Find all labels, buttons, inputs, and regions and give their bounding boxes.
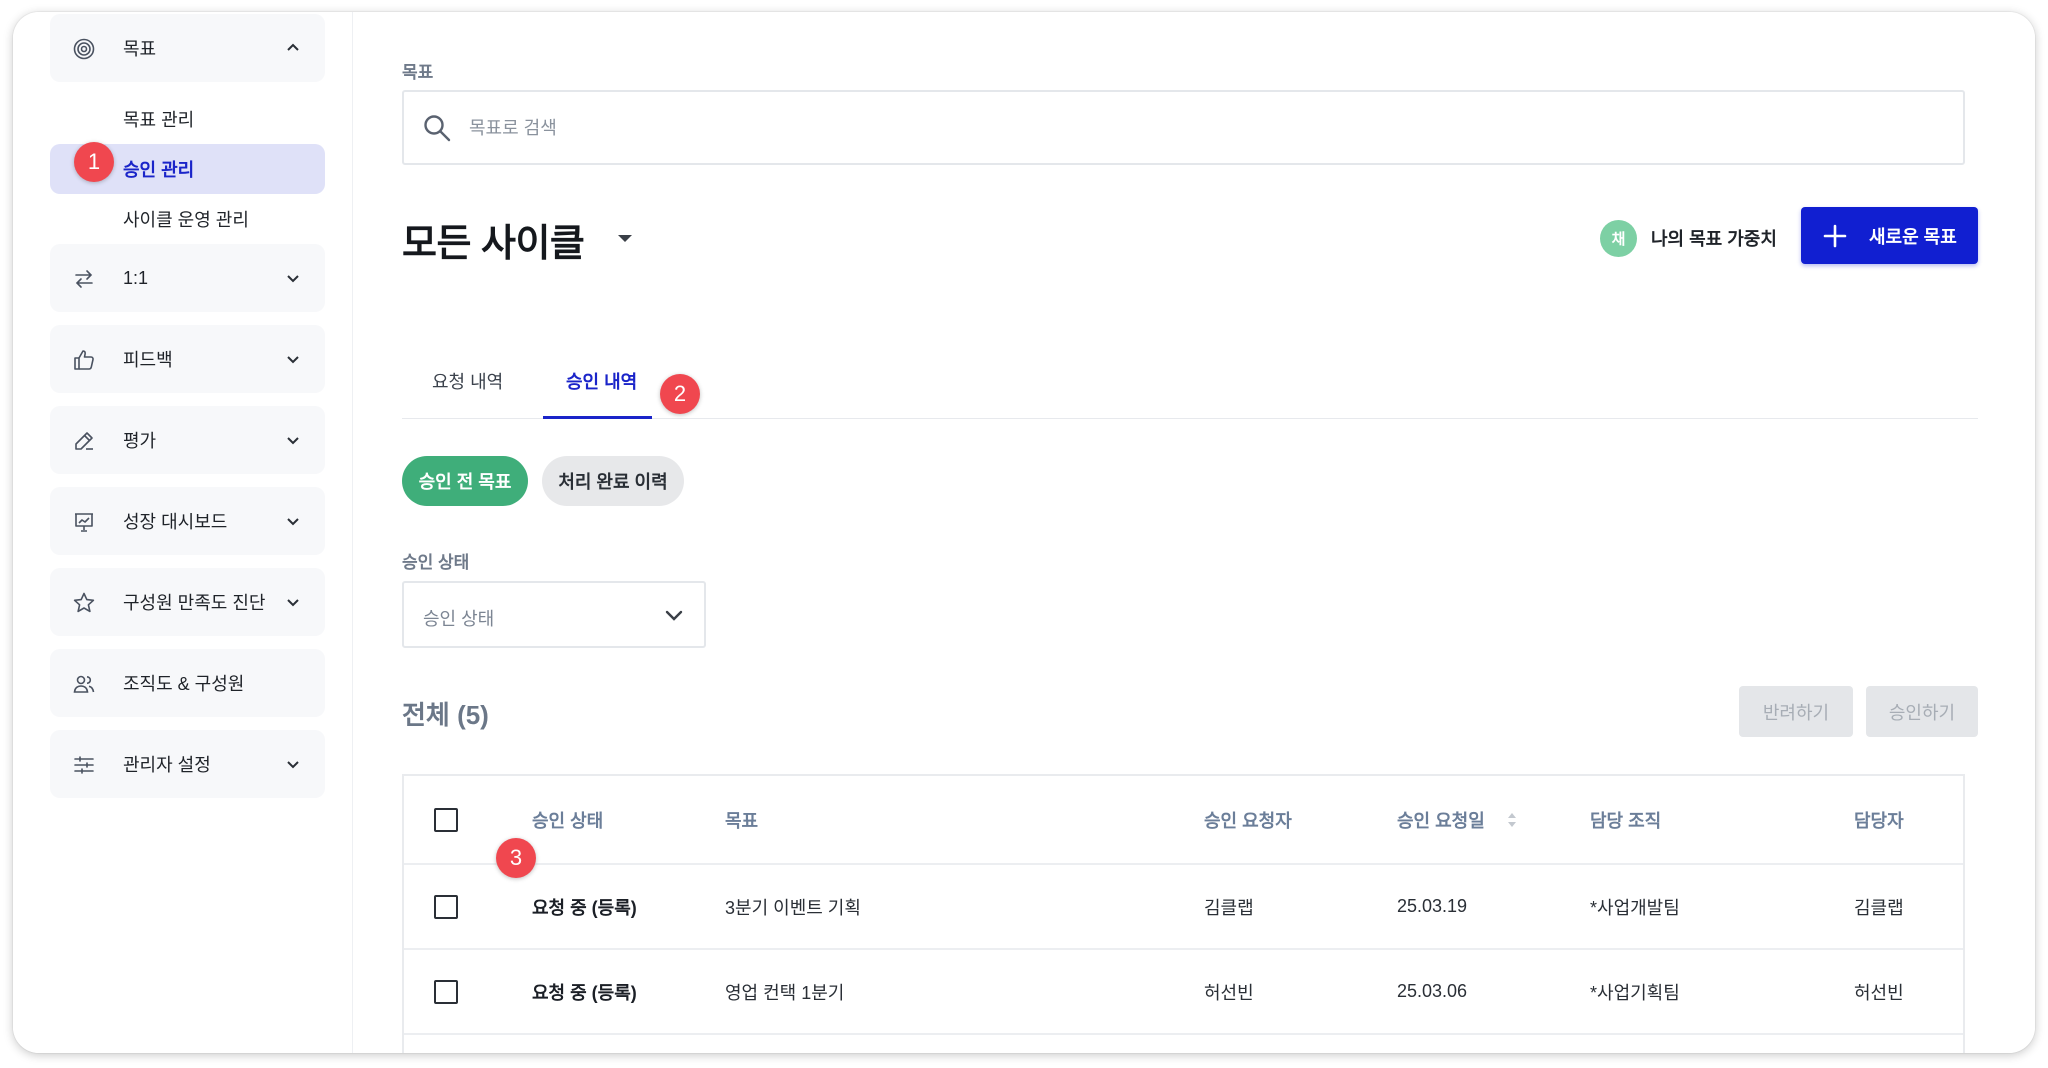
people-icon [73,675,95,693]
app-window: 목표 목표 관리 승인 관리 사이클 운영 관리 1:1 피드백 평가 성장 대… [13,12,2035,1053]
sliders-icon [74,756,94,774]
thumbs-up-icon [74,350,94,370]
nav-group-admin-settings: 관리자 설정 [50,730,325,798]
sidebar-item-cycle-management[interactable]: 사이클 운영 관리 [50,194,325,244]
nav-group-admin-settings-label: 관리자 설정 [123,755,211,775]
tab-bar: 요청 내역 승인 내역 [402,352,1978,419]
goal-search-box [402,90,1965,165]
approve-button[interactable]: 승인하기 [1866,686,1978,737]
new-goal-button[interactable]: 새로운 목표 [1801,207,1978,264]
plus-icon [1823,224,1847,248]
nav-group-satisfaction-header[interactable]: 구성원 만족도 진단 [50,568,325,636]
nav-group-org-chart-label: 조직도 & 구성원 [123,674,245,694]
nav-group-org-chart-header[interactable]: 조직도 & 구성원 [50,649,325,717]
header-request-date-label: 승인 요청일 [1397,810,1485,831]
nav-group-goal: 목표 [50,14,325,82]
nav-group-growth-dashboard-header[interactable]: 성장 대시보드 [50,487,325,555]
reject-button[interactable]: 반려하기 [1739,686,1853,737]
nav-group-one-on-one-header[interactable]: 1:1 [50,244,325,312]
row-checkbox[interactable] [434,980,458,1004]
new-goal-button-label: 새로운 목표 [1869,226,1957,247]
select-all-checkbox[interactable] [434,808,458,832]
table-header-row: 승인 상태 목표 승인 요청자 승인 요청일 담당 조직 담당자 [404,776,1963,865]
cell-status: 요청 중 (등록) [532,897,637,918]
cell-org: *사업기획팀 [1590,982,1680,1003]
total-count: 전체 (5) [402,700,489,730]
main-content: 목표 모든 사이클 채 나의 목표 가중치 새로운 목표 요청 내역 승인 내역… [354,12,2035,1053]
sidebar-item-goal-management[interactable]: 목표 관리 [50,94,325,144]
status-filter-value: 승인 상태 [423,609,495,629]
nav-group-evaluation-header[interactable]: 평가 [50,406,325,474]
cell-status: 요청 중 (등록) [532,982,637,1003]
pencil-icon [75,432,93,450]
table-row[interactable]: 요청 중 (등록) 영업 컨택 1분기 허선빈 25.03.06 *사업기획팀 … [404,950,1963,1035]
nav-group-growth-dashboard: 성장 대시보드 [50,487,325,555]
step-badge-3: 3 [496,838,536,878]
my-goal-weight-label: 나의 목표 가중치 [1651,229,1777,249]
chevron-down-icon [665,610,683,621]
cell-owner: 김클랩 [1854,897,1904,918]
my-goal-weight[interactable]: 채 나의 목표 가중치 [1600,218,1777,258]
cell-owner: 허선빈 [1854,982,1904,1003]
tab-approval-history[interactable]: 승인 내역 [566,368,637,394]
header-owner: 담당자 [1854,810,1904,831]
header-org: 담당 조직 [1590,810,1662,831]
chip-completed-history[interactable]: 처리 완료 이력 [542,456,684,506]
nav-group-goal-header[interactable]: 목표 [50,14,325,82]
chevron-down-icon [287,518,299,526]
cell-requester: 김클랩 [1204,897,1254,918]
chevron-up-icon [287,43,299,51]
caret-down-icon[interactable] [614,230,636,246]
cell-org: *사업개발팀 [1590,897,1680,918]
cell-goal: 3분기 이벤트 기획 [725,897,861,918]
chevron-down-icon [287,437,299,445]
sidebar: 목표 목표 관리 승인 관리 사이클 운영 관리 1:1 피드백 평가 성장 대… [13,12,353,1053]
header-requester: 승인 요청자 [1204,810,1292,831]
step-badge-1: 1 [74,142,114,182]
chevron-down-icon [287,275,299,283]
header-request-date[interactable]: 승인 요청일 [1397,776,1517,863]
nav-group-one-on-one: 1:1 [50,244,325,312]
step-badge-2: 2 [660,374,700,414]
nav-group-goal-label: 목표 [123,39,157,59]
cell-request-date: 25.03.19 [1397,896,1468,916]
nav-group-evaluation: 평가 [50,406,325,474]
nav-group-feedback-header[interactable]: 피드백 [50,325,325,393]
status-filter-select[interactable]: 승인 상태 [402,581,706,648]
goal-search-input[interactable] [469,110,1869,146]
sort-icon [1507,812,1516,827]
table-row[interactable]: 요청 중 (등록) 3분기 이벤트 기획 김클랩 25.03.19 *사업개발팀… [404,865,1963,950]
nav-group-satisfaction-label: 구성원 만족도 진단 [123,593,266,613]
search-icon [424,115,451,142]
nav-group-evaluation-label: 평가 [123,431,157,451]
section-label: 목표 [402,63,434,82]
presentation-chart-icon [75,513,93,532]
nav-group-admin-settings-header[interactable]: 관리자 설정 [50,730,325,798]
target-icon [73,38,95,60]
avatar: 채 [1600,219,1637,257]
tab-request-history[interactable]: 요청 내역 [432,368,503,394]
star-icon [73,592,95,613]
swap-arrows-icon [75,270,93,288]
approval-table: 승인 상태 목표 승인 요청자 승인 요청일 담당 조직 담당자 요청 중 (등… [402,774,1965,1053]
cell-requester: 허선빈 [1204,982,1254,1003]
header-approval-status: 승인 상태 [532,810,604,831]
chip-pending-goals[interactable]: 승인 전 목표 [402,456,528,506]
nav-group-satisfaction: 구성원 만족도 진단 [50,568,325,636]
nav-group-org-chart: 조직도 & 구성원 [50,649,325,717]
nav-group-feedback-label: 피드백 [123,350,173,370]
nav-group-one-on-one-label: 1:1 [123,267,149,288]
row-checkbox[interactable] [434,895,458,919]
nav-group-feedback: 피드백 [50,325,325,393]
chevron-down-icon [287,356,299,364]
nav-group-growth-dashboard-label: 성장 대시보드 [123,512,228,532]
status-filter-label: 승인 상태 [402,553,470,572]
chevron-down-icon [287,761,299,769]
active-tab-indicator [543,416,652,419]
cell-request-date: 25.03.06 [1397,981,1468,1001]
cycle-title: 모든 사이클 [402,223,585,265]
cell-goal: 영업 컨택 1분기 [725,982,845,1003]
header-goal: 목표 [725,810,759,831]
chevron-down-icon [287,599,299,607]
